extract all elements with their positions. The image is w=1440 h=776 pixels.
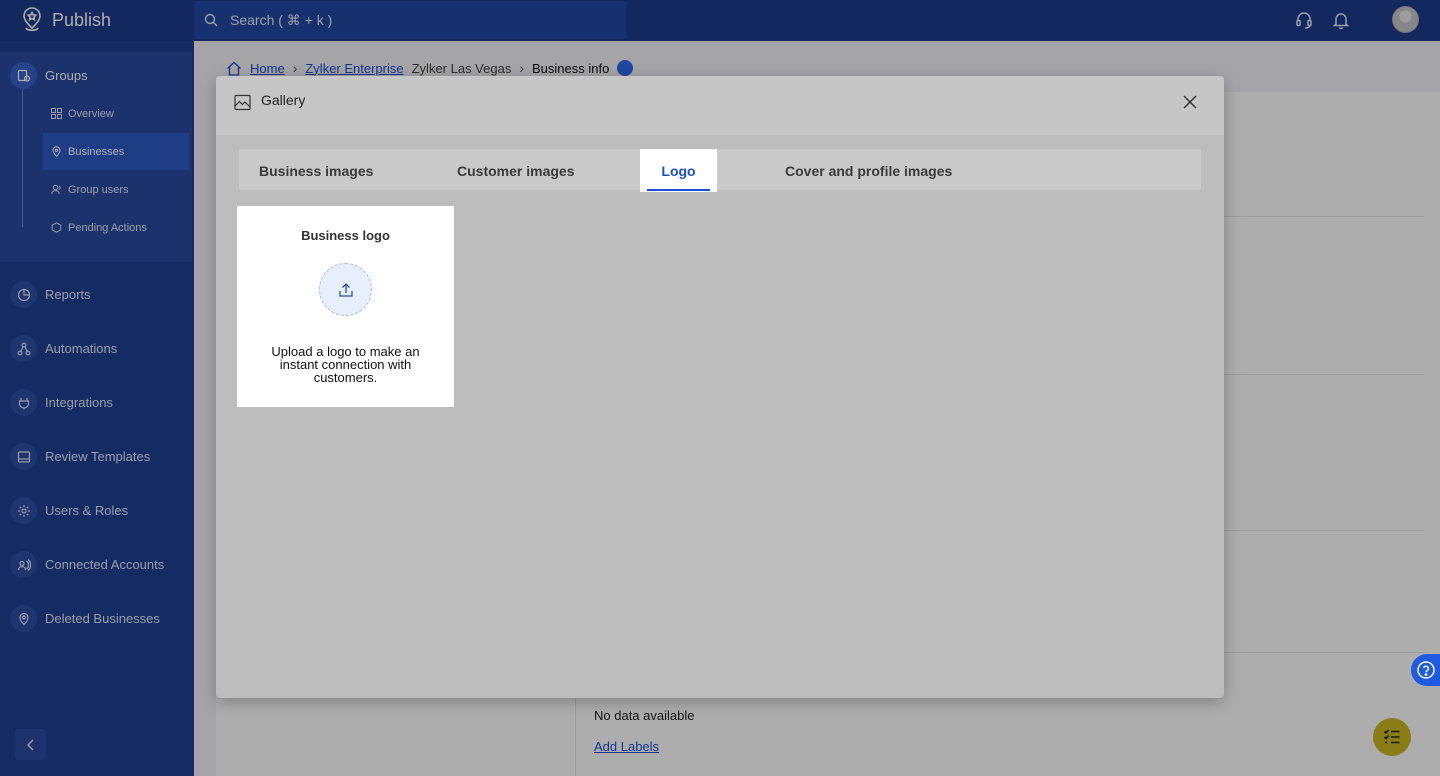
upload-icon — [338, 282, 353, 297]
tab-label: Logo — [661, 162, 696, 179]
tab-label: Customer images — [457, 162, 575, 179]
logo-card-title: Business logo — [301, 228, 390, 243]
gallery-modal: Gallery Business images Customer images … — [216, 76, 1224, 698]
task-list-button[interactable] — [1373, 718, 1411, 756]
tab-label: Business images — [259, 162, 374, 179]
business-logo-card: Business logo Upload a logo to make an i… — [237, 206, 454, 407]
tab-customer-images[interactable]: Customer images — [457, 149, 574, 192]
close-icon[interactable] — [1182, 94, 1198, 110]
tab-logo[interactable]: Logo — [640, 149, 717, 192]
tab-label: Cover and profile images — [785, 162, 953, 179]
logo-card-description: Upload a logo to make an instant connect… — [271, 344, 420, 385]
checklist-icon — [1383, 729, 1400, 744]
tab-cover-profile-images[interactable]: Cover and profile images — [785, 149, 952, 192]
image-icon — [234, 94, 251, 111]
tab-business-images[interactable]: Business images — [259, 149, 373, 192]
modal-title: Gallery — [261, 92, 306, 108]
help-icon — [1417, 661, 1435, 679]
help-button[interactable] — [1411, 654, 1440, 686]
gallery-tabs: Business images Customer images Logo Cov… — [238, 148, 1202, 192]
upload-logo-button[interactable] — [319, 263, 372, 316]
modal-header: Gallery — [216, 76, 1224, 135]
